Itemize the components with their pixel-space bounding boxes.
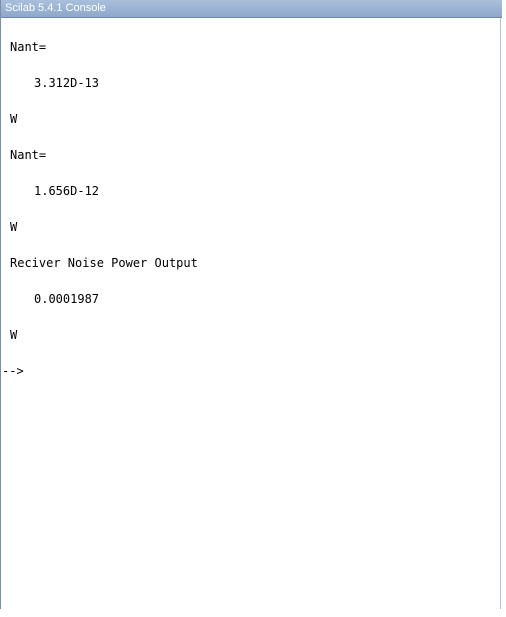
console-line-label: Reciver Noise Power Output [10, 256, 198, 270]
console-line-unit: W [10, 328, 18, 342]
scilab-console-window: Scilab 5.4.1 Console Nant= 3.312D-13 W N… [0, 0, 502, 609]
window-title: Scilab 5.4.1 Console [5, 2, 106, 14]
console-line-value: 0.0001987 [34, 292, 100, 306]
console-line-unit: W [10, 220, 18, 234]
console-line-unit: W [10, 112, 18, 126]
console-output-area[interactable]: Nant= 3.312D-13 W Nant= 1.656D-12 W Reci… [2, 19, 500, 607]
console-prompt[interactable]: --> [2, 364, 24, 378]
title-bar[interactable]: Scilab 5.4.1 Console [1, 0, 502, 18]
console-line-value: 3.312D-13 [34, 76, 100, 90]
console-line-variable-name: Nant= [10, 148, 47, 162]
console-line-variable-name: Nant= [10, 40, 47, 54]
console-line-value: 1.656D-12 [34, 184, 100, 198]
